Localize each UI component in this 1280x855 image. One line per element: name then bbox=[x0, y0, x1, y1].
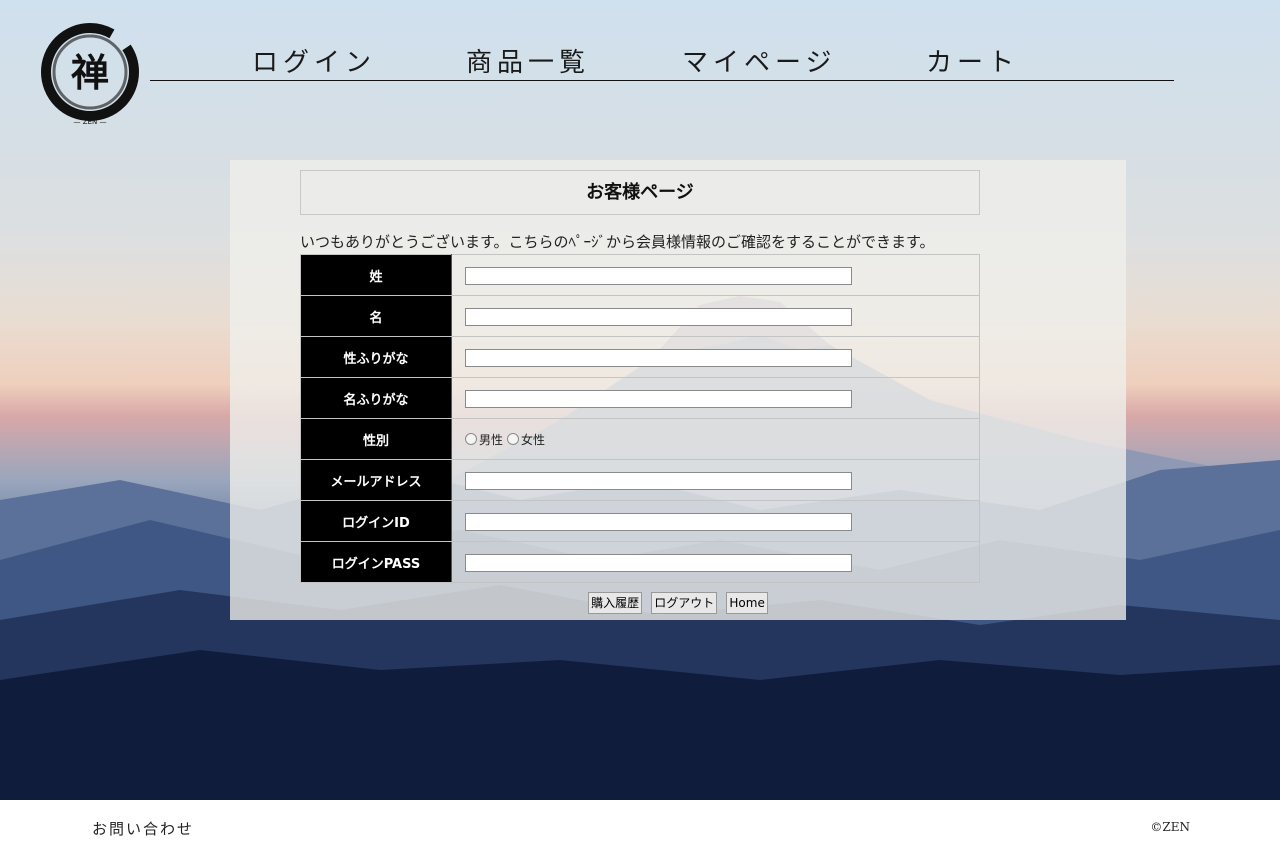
gender-male-label: 男性 bbox=[479, 432, 504, 447]
logo-subtitle: — ZEN — bbox=[74, 118, 107, 126]
home-button[interactable]: Home bbox=[726, 592, 768, 614]
nav-mypage[interactable]: マイページ bbox=[682, 42, 836, 79]
first-name-kana-input[interactable] bbox=[465, 389, 852, 408]
hero-background: 禅 — ZEN — ログイン 商品一覧 マイページ カート お客様ページ いつも… bbox=[0, 0, 1280, 800]
email-input[interactable] bbox=[465, 471, 852, 490]
zen-logo[interactable]: 禅 — ZEN — bbox=[38, 20, 142, 128]
page-title: お客様ページ bbox=[300, 170, 980, 215]
zen-brush-circle-logo-icon: 禅 — ZEN — bbox=[41, 23, 139, 126]
customer-form: 姓 名 性ふりがな 名ふりがな 性別 男性 女性 メールアドレス ログインID … bbox=[300, 254, 980, 583]
customer-panel: お客様ページ いつもありがとうございます。こちらのﾍﾟｰｼﾞから会員様情報のご確… bbox=[230, 160, 1126, 620]
nav-login[interactable]: ログイン bbox=[252, 42, 376, 79]
form-row-login-id: ログインID bbox=[300, 500, 980, 542]
label-gender: 性別 bbox=[300, 418, 452, 460]
label-first-name-kana: 名ふりがな bbox=[300, 377, 452, 419]
gender-female-radio[interactable] bbox=[507, 433, 520, 445]
label-last-name-kana: 性ふりがな bbox=[300, 336, 452, 378]
login-id-input[interactable] bbox=[465, 512, 852, 531]
form-row-first-name: 名 bbox=[300, 295, 980, 337]
gender-female-label: 女性 bbox=[521, 432, 546, 447]
form-row-first-name-kana: 名ふりがな bbox=[300, 377, 980, 419]
login-pass-input[interactable] bbox=[465, 553, 852, 572]
form-row-email: メールアドレス bbox=[300, 459, 980, 501]
form-row-last-name-kana: 性ふりがな bbox=[300, 336, 980, 378]
intro-text: いつもありがとうございます。こちらのﾍﾟｰｼﾞから会員様情報のご確認をすることが… bbox=[300, 233, 935, 251]
copyright: ©ZEN bbox=[1150, 820, 1190, 834]
first-name-input[interactable] bbox=[465, 307, 852, 326]
label-login-id: ログインID bbox=[300, 500, 452, 542]
form-row-login-pass: ログインPASS bbox=[300, 541, 980, 583]
purchase-history-button[interactable]: 購入履歴 bbox=[588, 592, 643, 614]
nav-cart[interactable]: カート bbox=[926, 42, 1019, 79]
gender-male-radio[interactable] bbox=[465, 433, 477, 445]
label-email: メールアドレス bbox=[300, 459, 452, 501]
last-name-input[interactable] bbox=[465, 266, 852, 285]
footer: お問い合わせ ©ZEN bbox=[0, 800, 1280, 855]
last-name-kana-input[interactable] bbox=[465, 348, 852, 367]
label-last-name: 姓 bbox=[300, 254, 452, 296]
form-row-gender: 性別 男性 女性 bbox=[300, 418, 980, 460]
nav-products[interactable]: 商品一覧 bbox=[466, 42, 590, 79]
label-login-pass: ログインPASS bbox=[300, 541, 452, 583]
form-row-last-name: 姓 bbox=[300, 254, 980, 296]
label-first-name: 名 bbox=[300, 295, 452, 337]
action-buttons: 購入履歴 ログアウト Home bbox=[230, 592, 1126, 614]
gender-radio-group: 男性 女性 bbox=[465, 431, 979, 448]
logo-glyph: 禅 bbox=[71, 50, 109, 95]
contact-link[interactable]: お問い合わせ bbox=[92, 818, 194, 839]
logout-button[interactable]: ログアウト bbox=[651, 592, 718, 614]
main-navigation: ログイン 商品一覧 マイページ カート bbox=[150, 38, 1174, 81]
